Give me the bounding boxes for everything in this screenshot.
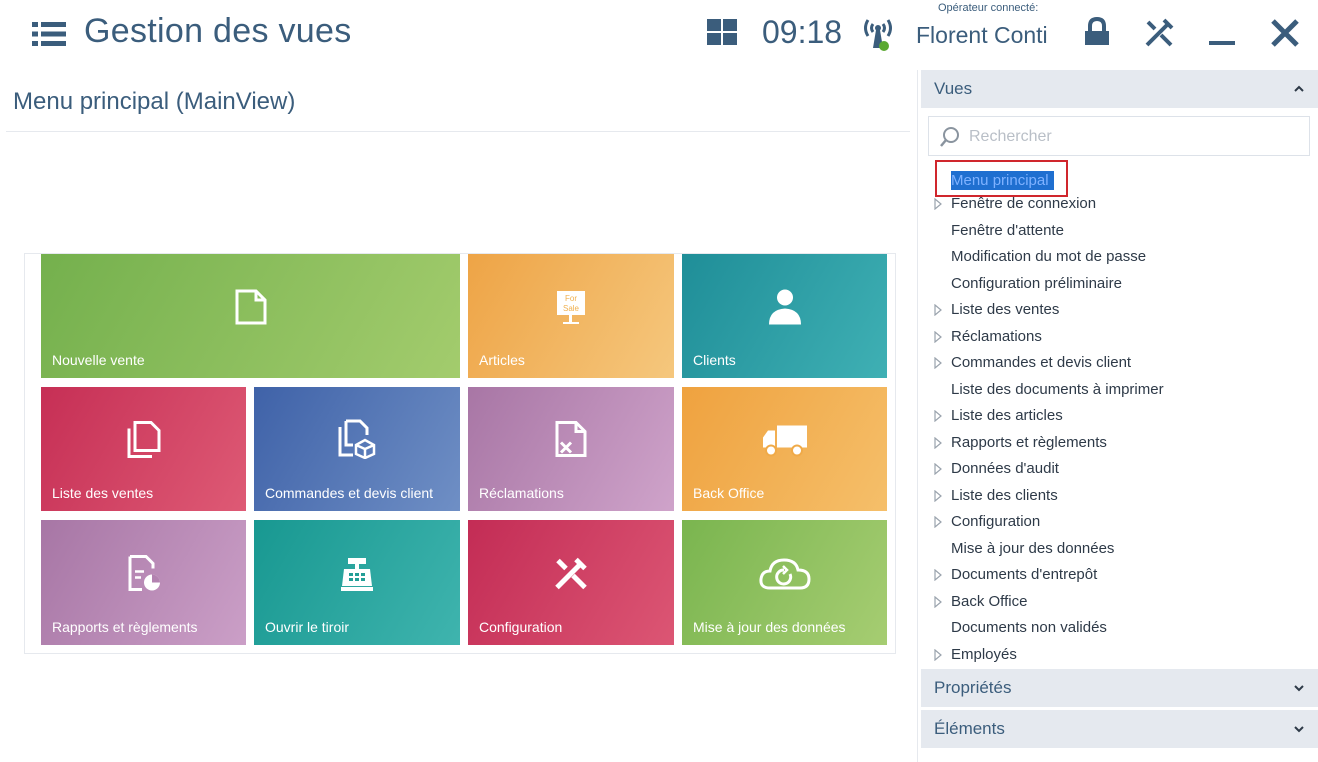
elements-accordion-header[interactable]: Éléments: [921, 710, 1318, 748]
expand-arrow-icon[interactable]: [933, 330, 943, 343]
tree-item-label: Documents d'entrepôt: [951, 566, 1098, 583]
tile-label: Nouvelle vente: [52, 352, 145, 368]
tree-item-label: Configuration: [951, 513, 1041, 530]
svg-text:Sale: Sale: [563, 304, 580, 313]
expand-arrow-icon[interactable]: [933, 198, 943, 210]
top-bar: Gestion des vues 09:18 Opérateur connect…: [0, 0, 1318, 68]
menu-icon[interactable]: [32, 20, 66, 48]
tile-label: Liste des ventes: [52, 485, 154, 501]
chevron-up-icon: [1294, 85, 1304, 92]
tree-item-label: Rapports et règlements: [951, 433, 1107, 451]
tree-item-label: Réclamations: [951, 327, 1042, 345]
search-icon: [940, 127, 959, 147]
side-panel: Vues Menu principal Fenêtre de connexion…: [917, 70, 1318, 762]
document-package-icon: [338, 419, 376, 459]
cloud-sync-icon: [758, 557, 811, 589]
tile-label: Back Office: [693, 485, 765, 501]
tile-label: Commandes et devis client: [265, 485, 434, 501]
expand-arrow-icon[interactable]: [933, 569, 943, 581]
expand-arrow-icon[interactable]: [933, 436, 943, 449]
title-divider: [6, 131, 910, 132]
proprietes-accordion-header[interactable]: Propriétés: [921, 669, 1318, 707]
tree-item-label: Configuration préliminaire: [951, 274, 1122, 292]
tile-nouvelle-vente[interactable]: Nouvelle vente: [41, 254, 460, 378]
page-title: Menu principal (MainView): [13, 88, 296, 115]
vues-title: Vues: [934, 79, 973, 98]
lock-icon[interactable]: [1080, 16, 1114, 50]
tree-item-label: Documents non validés: [951, 619, 1107, 636]
tile-label: Rapports et règlements: [52, 619, 198, 635]
expand-arrow-icon[interactable]: [933, 410, 943, 422]
tree-item-label: Fenêtre de connexion: [951, 195, 1097, 212]
elements-title: Éléments: [934, 719, 1005, 738]
tile-reclamations[interactable]: Réclamations: [468, 387, 674, 511]
expand-arrow-icon[interactable]: [933, 463, 943, 475]
chevron-down-icon: [1294, 726, 1304, 733]
tile-liste-des-ventes[interactable]: Liste des ventes: [41, 387, 246, 511]
tools-icon: [555, 557, 587, 589]
svg-text:For: For: [565, 294, 577, 303]
tree-item-label: Fenêtre d'attente: [951, 221, 1064, 239]
tree-item-label: Liste des clients: [951, 486, 1058, 504]
tile-back-office[interactable]: Back Office: [682, 387, 887, 511]
operator-name: Florent Conti: [916, 22, 1048, 48]
expand-arrow-icon[interactable]: [933, 304, 943, 316]
tile-mise-a-jour[interactable]: Mise à jour des données: [682, 520, 887, 645]
tile-label: Ouvrir le tiroir: [265, 619, 350, 635]
proprietes-title: Propriétés: [934, 678, 1012, 697]
search-box: [928, 116, 1310, 156]
tree-item-label: Back Office: [951, 592, 1028, 610]
tile-rapports-reglements[interactable]: Rapports et règlements: [41, 520, 246, 645]
tile-label: Clients: [693, 352, 736, 368]
documents-icon: [127, 421, 160, 458]
report-icon: [128, 554, 160, 591]
vues-accordion-header[interactable]: Vues: [921, 70, 1318, 108]
tree-item-label: Mise à jour des données: [951, 539, 1115, 557]
operator-label: Opérateur connecté:: [938, 2, 1039, 14]
tile-label: Articles: [479, 352, 525, 368]
tree-item-label: Employés: [951, 645, 1017, 663]
search-input[interactable]: [969, 124, 1299, 150]
for-sale-sign-icon: For Sale: [557, 291, 585, 324]
tile-configuration[interactable]: Configuration: [468, 520, 674, 645]
tile-commandes-devis[interactable]: Commandes et devis client: [254, 387, 460, 511]
tools-icon[interactable]: [1142, 16, 1176, 50]
tile-grid: Nouvelle vente For Sale Articles Clients…: [24, 253, 896, 654]
expand-arrow-icon[interactable]: [933, 357, 943, 369]
tile-label: Mise à jour des données: [693, 619, 846, 635]
expand-arrow-icon[interactable]: [933, 489, 943, 502]
close-icon[interactable]: [1268, 16, 1302, 50]
tile-ouvrir-tiroir[interactable]: Ouvrir le tiroir: [254, 520, 460, 645]
tree-item-label: Commandes et devis client: [951, 354, 1132, 371]
tile-label: Configuration: [479, 619, 563, 635]
clock: 09:18: [762, 14, 843, 50]
expand-arrow-icon[interactable]: [933, 648, 943, 661]
expand-arrow-icon[interactable]: [933, 595, 943, 608]
app-title: Gestion des vues: [84, 12, 352, 50]
tile-label: Réclamations: [479, 485, 564, 501]
tree-item-label: Liste des documents à imprimer: [951, 380, 1164, 398]
tree-item-label: Liste des articles: [951, 407, 1063, 424]
expand-arrow-icon[interactable]: [933, 516, 943, 528]
minimize-icon[interactable]: [1205, 16, 1239, 50]
tree-item-label: Menu principal: [951, 172, 1049, 189]
signal-icon: [864, 19, 892, 51]
tree-item-label: Modification du mot de passe: [951, 248, 1147, 265]
document-x-icon: [555, 421, 587, 457]
person-icon: [768, 289, 801, 325]
tiles-icon[interactable]: [707, 19, 737, 45]
chevron-down-icon: [1294, 685, 1304, 692]
tree-item-label: Données d'audit: [951, 460, 1059, 477]
truck-icon: [762, 425, 807, 457]
tile-clients[interactable]: Clients: [682, 254, 887, 378]
tree-item-selected[interactable]: Menu principal: [935, 160, 1068, 197]
tile-articles[interactable]: For Sale Articles: [468, 254, 674, 378]
new-document-icon: [235, 289, 266, 325]
cash-register-icon: [341, 557, 373, 591]
tree-item-label: Liste des ventes: [951, 301, 1060, 318]
